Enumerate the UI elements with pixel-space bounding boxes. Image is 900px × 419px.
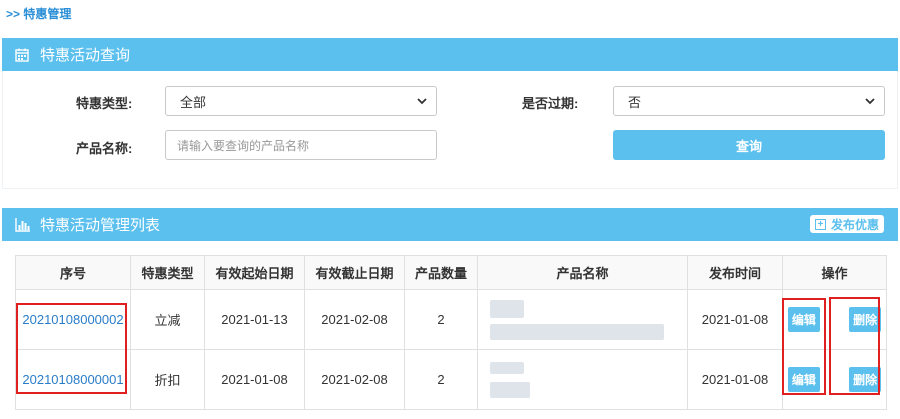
chevron-down-icon [864, 95, 876, 110]
col-header-end-date: 有效截止日期 [304, 255, 405, 290]
chevron-down-icon [416, 95, 428, 110]
expired-select-value: 否 [628, 94, 642, 110]
expired-select[interactable]: 否 [613, 86, 885, 116]
query-button[interactable]: 查询 [613, 130, 885, 160]
query-panel-header: 特惠活动查询 [2, 38, 898, 71]
id-column-highlight [16, 303, 127, 394]
offers-table: 序号 特惠类型 有效起始日期 有效截止日期 产品数量 产品名称 发布时间 操作 … [15, 255, 887, 410]
offer-type: 立减 [130, 289, 205, 350]
col-header-type: 特惠类型 [130, 255, 205, 290]
offer-published-time: 2021-01-08 [687, 289, 783, 350]
product-search-placeholder: 请输入要查询的产品名称 [177, 138, 310, 153]
col-header-published: 发布时间 [687, 255, 783, 290]
table-header-row: 序号 特惠类型 有效起始日期 有效截止日期 产品数量 产品名称 发布时间 操作 [15, 255, 887, 290]
product-search-input[interactable]: 请输入要查询的产品名称 [165, 130, 437, 160]
list-panel-header: 特惠活动管理列表 + 发布优惠 [2, 208, 898, 241]
offer-start-date: 2021-01-13 [204, 289, 305, 350]
offer-product-count: 2 [404, 349, 478, 410]
publish-offer-label: 发布优惠 [830, 217, 879, 232]
table-row: 20210108000002 立减 2021-01-13 2021-02-08 … [15, 289, 887, 350]
publish-offer-button[interactable]: + 发布优惠 [809, 215, 884, 233]
breadcrumb: >> 特惠管理 [6, 7, 72, 21]
calendar-icon [14, 47, 30, 63]
type-select[interactable]: 全部 [165, 86, 437, 116]
edit-column-highlight [782, 298, 826, 395]
expired-label: 是否过期: [522, 96, 579, 111]
type-select-value: 全部 [180, 94, 207, 110]
col-header-count: 产品数量 [404, 255, 478, 290]
offer-product-name-redacted [477, 289, 688, 350]
offer-product-count: 2 [404, 289, 478, 350]
query-panel-title: 特惠活动查询 [40, 47, 131, 64]
offer-type: 折扣 [130, 349, 205, 410]
bar-chart-icon [14, 217, 30, 233]
offer-start-date: 2021-01-08 [204, 349, 305, 410]
col-header-start-date: 有效起始日期 [204, 255, 305, 290]
delete-column-highlight [829, 297, 880, 395]
offer-product-name-redacted [477, 349, 688, 410]
col-header-product-name: 产品名称 [477, 255, 688, 290]
type-label: 特惠类型: [76, 96, 133, 111]
col-header-id: 序号 [15, 255, 131, 290]
product-label: 产品名称: [76, 141, 133, 156]
table-row: 20210108000001 折扣 2021-01-08 2021-02-08 … [15, 349, 887, 410]
offer-end-date: 2021-02-08 [304, 289, 405, 350]
list-panel-title: 特惠活动管理列表 [40, 217, 161, 234]
offer-end-date: 2021-02-08 [304, 349, 405, 410]
offer-published-time: 2021-01-08 [687, 349, 783, 410]
col-header-actions: 操作 [782, 255, 887, 290]
plus-square-icon: + [814, 218, 826, 230]
